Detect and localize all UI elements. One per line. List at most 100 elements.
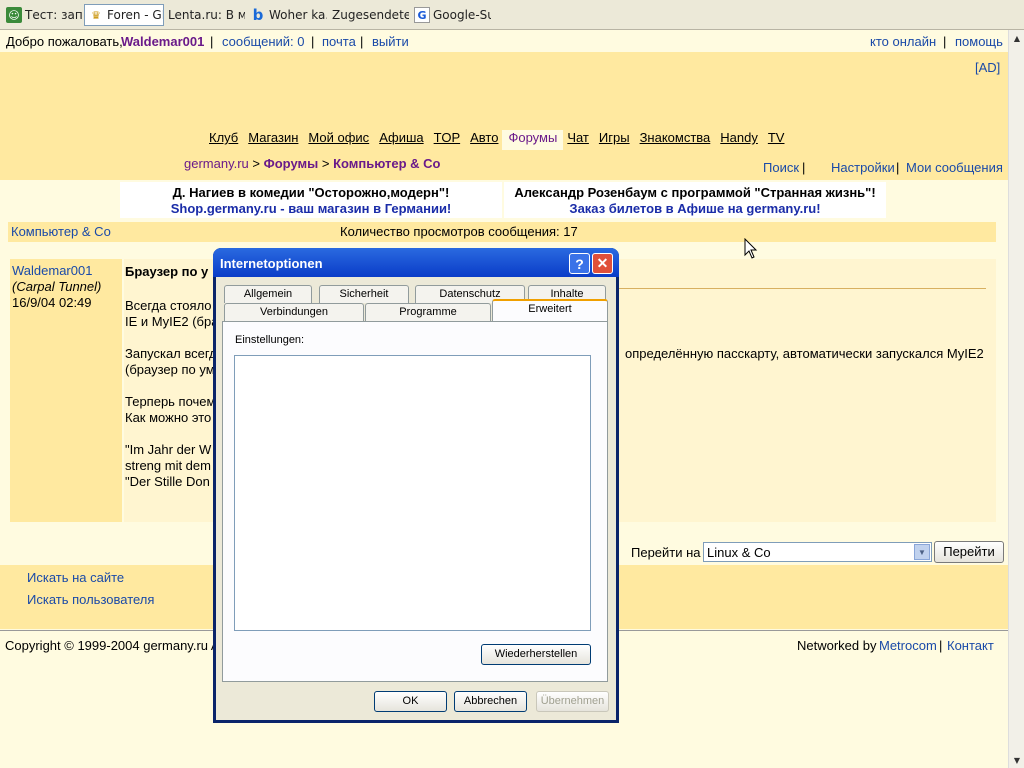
my-messages-link[interactable]: Мои сообщения [906, 160, 1003, 175]
search-link[interactable]: Поиск [763, 160, 799, 175]
browser-tab[interactable]: ☺ Тест: зап... [3, 4, 83, 26]
nav-item-auto[interactable]: Авто [470, 130, 498, 152]
ok-button[interactable]: OK [374, 691, 447, 712]
nav-item-top[interactable]: TOP [434, 130, 461, 152]
ad-tag[interactable]: [AD] [975, 60, 1000, 75]
nav-item-afisha[interactable]: Афиша [379, 130, 423, 152]
breadcrumb-section[interactable]: Компьютер & Co [333, 156, 440, 171]
metrocom-link[interactable]: Metrocom [879, 638, 937, 653]
jump-select[interactable]: Linux & Co ▼ [703, 542, 932, 562]
thread-info-bar: Компьютер & Co Количество просмотров соо… [8, 222, 996, 242]
post-line: (браузер по ум [125, 362, 215, 377]
nav-item-club[interactable]: Клуб [209, 130, 238, 152]
ad-link[interactable]: Shop.germany.ru - ваш магазин в Германии… [120, 201, 502, 217]
nav-item-chat[interactable]: Чат [567, 130, 589, 152]
nav-item-shop[interactable]: Магазин [248, 130, 298, 152]
username-link[interactable]: Waldemar001 [121, 34, 204, 49]
jump-label: Перейти на [631, 545, 701, 560]
separator: | [896, 160, 900, 175]
post-line: "Im Jahr der W [125, 442, 212, 457]
nav-item-forums[interactable]: Форумы [502, 130, 564, 152]
browser-tab-bar: ☺ Тест: зап... ♛ Foren - GE... Lenta.ru:… [0, 0, 1024, 30]
browser-tab[interactable]: Lenta.ru: В ми... [165, 4, 245, 26]
tab-allgemein[interactable]: Allgemein [224, 285, 312, 303]
post-line-visible: определённую пасскарту, автоматически за… [625, 346, 984, 361]
post-line: Запускал всегд [125, 346, 217, 361]
restore-button[interactable]: Wiederherstellen [481, 644, 591, 665]
dialog-title: Internetoptionen [220, 256, 323, 271]
dialog-titlebar[interactable]: Internetoptionen [213, 248, 619, 277]
browser-tab-label: Zugesendete ... [332, 8, 409, 22]
breadcrumb-home[interactable]: germany.ru [184, 156, 249, 171]
post-author[interactable]: Waldemar001 [12, 263, 92, 278]
browser-tab[interactable]: Zugesendete ... [329, 4, 409, 26]
separator: | [210, 34, 214, 49]
separator: | [939, 638, 943, 653]
tab-erweitert[interactable]: Erweitert [492, 299, 608, 321]
nav-item-office[interactable]: Мой офис [308, 130, 369, 152]
browser-tab-label: Foren - GE... [107, 8, 163, 22]
browser-tab-active[interactable]: ♛ Foren - GE... [84, 4, 164, 26]
scroll-up-icon[interactable]: ▲ [1009, 30, 1024, 46]
browser-tab-label: Woher ka... [269, 8, 327, 22]
post-author-rank: (Carpal Tunnel) [12, 279, 102, 294]
tab-panel: Einstellungen: Wiederherstellen [222, 321, 608, 682]
settings-link[interactable]: Настройки [831, 160, 895, 175]
help-icon[interactable]: ? [569, 253, 590, 274]
nav-item-handy[interactable]: Handy [720, 130, 758, 152]
nav-item-tv[interactable]: TV [768, 130, 785, 152]
tab-programme[interactable]: Programme [365, 303, 491, 321]
mouse-cursor-icon [744, 238, 758, 259]
post-line [125, 378, 218, 394]
mail-link[interactable]: почта [322, 34, 356, 49]
search-user-link[interactable]: Искать пользователя [27, 592, 154, 607]
copyright-text: Copyright © 1999-2004 germany.ru A [5, 638, 220, 653]
close-icon[interactable]: ✕ [592, 253, 613, 274]
tab-verbindungen[interactable]: Verbindungen [224, 303, 364, 321]
browser-tab[interactable]: b Woher ka... [247, 4, 327, 26]
nav-item-dating[interactable]: Знакомства [640, 130, 711, 152]
search-site-link[interactable]: Искать на сайте [27, 570, 124, 585]
tab-sicherheit[interactable]: Sicherheit [319, 285, 409, 303]
ad-banner[interactable]: Александр Розенбаум с программой "Странн… [504, 182, 886, 218]
settings-list[interactable] [234, 355, 591, 631]
post-body: Всегда стояло IE и MyIE2 (бра Запускал в… [125, 298, 218, 490]
post-date: 16/9/04 02:49 [12, 295, 92, 310]
breadcrumb-bar: germany.ru > Форумы > Компьютер & Co Пои… [0, 150, 1008, 180]
jump-select-value: Linux & Co [707, 545, 771, 560]
cancel-button[interactable]: Abbrechen [454, 691, 527, 712]
ad-banner[interactable]: Д. Нагиев в комедии "Осторожно,модерн"! … [120, 182, 502, 218]
breadcrumb-forums[interactable]: Форумы [264, 156, 319, 171]
messages-link[interactable]: сообщений: 0 [222, 34, 305, 49]
ad-line: Александр Розенбаум с программой "Странн… [514, 185, 876, 200]
main-nav: Клуб Магазин Мой офис Афиша TOP Авто Фор… [209, 130, 784, 152]
post-author-panel: Waldemar001 (Carpal Tunnel) 16/9/04 02:4… [10, 259, 122, 522]
ad-link[interactable]: Заказ билетов в Афише на germany.ru! [504, 201, 886, 217]
top-user-bar: Добро пожаловать, Waldemar001 | сообщени… [0, 30, 1008, 52]
chevron-down-icon[interactable]: ▼ [914, 544, 930, 560]
header-banner: [AD] Клуб Магазин Мой офис Афиша TOP Авт… [0, 52, 1008, 152]
breadcrumb-separator: > [321, 156, 334, 171]
post-line: Как можно это [125, 410, 212, 425]
browser-tab-label: Google-Su... [433, 8, 491, 22]
welcome-text: Добро пожаловать, [6, 34, 123, 49]
vertical-scrollbar[interactable]: ▲ ▼ [1008, 30, 1024, 768]
logout-link[interactable]: выйти [372, 34, 409, 49]
dialog-body: Allgemein Sicherheit Datenschutz Inhalte… [216, 277, 616, 720]
section-link[interactable]: Компьютер & Co [11, 224, 111, 239]
jump-button[interactable]: Перейти [934, 541, 1004, 563]
scroll-down-icon[interactable]: ▼ [1009, 752, 1024, 768]
browser-tab-label: Тест: зап... [25, 8, 83, 22]
browser-tab[interactable]: G Google-Su... [411, 4, 491, 26]
breadcrumb-separator: > [252, 156, 264, 171]
post-title: Браузер по у [125, 264, 209, 279]
help-link[interactable]: помощь [955, 34, 1003, 49]
separator: | [943, 34, 947, 49]
who-online-link[interactable]: кто онлайн [870, 34, 936, 49]
nav-item-games[interactable]: Игры [599, 130, 630, 152]
contact-link[interactable]: Контакт [947, 638, 994, 653]
networked-by-text: Networked by [797, 638, 877, 653]
separator: | [360, 34, 364, 49]
post-line: Терперь почем [125, 394, 216, 409]
internet-options-dialog: Internetoptionen ? ✕ Allgemein Sicherhei… [213, 248, 619, 723]
